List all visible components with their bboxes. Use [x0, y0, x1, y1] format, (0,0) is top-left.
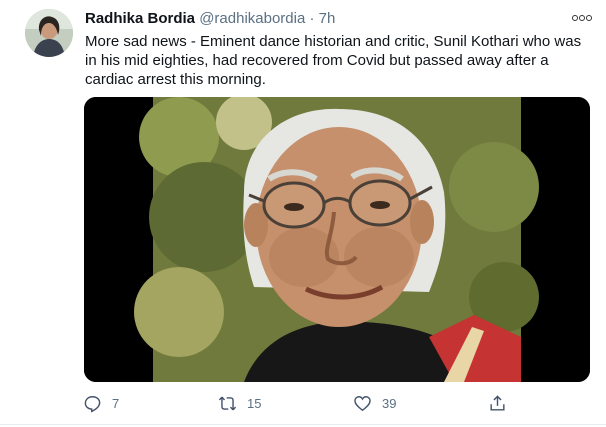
tweet-timestamp[interactable]: 7h	[319, 10, 336, 27]
reply-count: 7	[112, 395, 120, 411]
retweet-icon	[218, 396, 237, 410]
like-icon	[354, 395, 371, 411]
more-icon[interactable]	[572, 12, 592, 22]
author-handle[interactable]: @radhikabordia	[199, 10, 305, 27]
tweet: Radhika Bordia @radhikabordia · 7h More …	[0, 0, 606, 427]
share-button[interactable]	[488, 392, 507, 414]
tweet-divider	[0, 424, 606, 425]
retweet-count: 15	[247, 395, 262, 411]
tweet-header: Radhika Bordia @radhikabordia · 7h	[85, 9, 594, 31]
author-name[interactable]: Radhika Bordia	[85, 10, 195, 27]
like-button[interactable]: 39	[353, 392, 396, 414]
reply-icon	[84, 395, 101, 413]
share-icon	[490, 394, 505, 411]
tweet-photo[interactable]	[84, 97, 590, 382]
avatar[interactable]	[25, 9, 73, 57]
header-separator: ·	[309, 10, 315, 27]
retweet-button[interactable]: 15	[218, 392, 261, 414]
tweet-actions: 7 15 39	[0, 388, 606, 418]
reply-button[interactable]: 7	[83, 392, 119, 414]
like-count: 39	[382, 395, 397, 411]
tweet-text: More sad news - Eminent dance historian …	[85, 33, 582, 88]
